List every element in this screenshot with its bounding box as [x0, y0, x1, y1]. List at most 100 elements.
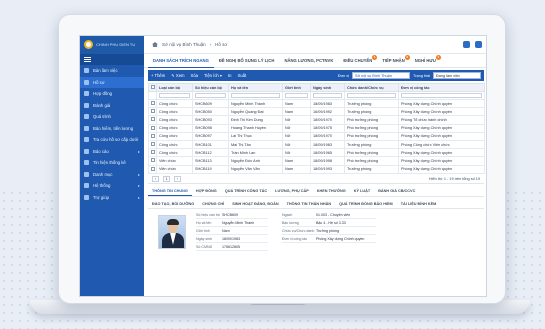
- row-checkbox[interactable]: [151, 101, 155, 106]
- table-row[interactable]: Viên chức SHCB119 Nguyễn Văn Văn Nam 18/09/1…: [148, 164, 485, 174]
- detail-tab[interactable]: HỢP ĐỒNG: [192, 187, 221, 196]
- status-select[interactable]: Đang làm việc: [433, 72, 481, 79]
- row-checkbox[interactable]: [151, 125, 155, 130]
- tab[interactable]: NGHỈ HƯU 1: [410, 54, 441, 68]
- row-checkbox-cell[interactable]: [148, 107, 157, 117]
- column-filter-input[interactable]: [156, 91, 193, 100]
- table-cell: 18/09/1983: [310, 98, 345, 109]
- row-checkbox-cell[interactable]: [148, 148, 157, 158]
- table-row[interactable]: Công chức SHCB097 Lại Thị Thục Nữ 18/09/1970…: [148, 131, 485, 141]
- sidebar-item[interactable]: Hợp đồng: [80, 88, 144, 100]
- column-header[interactable]: Số hiệu cán bộ: [192, 83, 229, 92]
- logo[interactable]: CHINH PHU DIEN TU: [80, 36, 144, 54]
- tab[interactable]: ĐIỀU CHUYỂN 1: [338, 54, 378, 68]
- detail-tab[interactable]: ĐÀO TẠO, BỒI DƯỠNG: [148, 200, 198, 208]
- tab[interactable]: ĐỀ NGHỊ BỔ SUNG LÝ LỊCH: [214, 54, 280, 68]
- detail-tab[interactable]: SINH HOẠT ĐẢNG, ĐOÀN: [228, 200, 282, 208]
- page-number[interactable]: 1: [163, 175, 170, 182]
- export-button[interactable]: Xuất: [238, 73, 247, 78]
- row-checkbox-cell[interactable]: [148, 123, 157, 133]
- add-button[interactable]: + Thêm: [151, 73, 165, 78]
- sidebar-item[interactable]: Hệ thống ▸: [80, 180, 144, 192]
- laptop-frame: CHINH PHU DIEN TU Sở nội vụ Bình Thuận ›…: [58, 14, 506, 304]
- row-checkbox[interactable]: [151, 142, 155, 147]
- detail-tab[interactable]: KHEN THƯỞNG: [313, 187, 350, 196]
- row-checkbox[interactable]: [151, 166, 155, 171]
- detail-tab[interactable]: KỶ LUẬT: [350, 187, 374, 196]
- column-filter-input[interactable]: [398, 91, 485, 100]
- sidebar-item[interactable]: Đánh giá: [80, 100, 144, 112]
- column-header[interactable]: Loại cán bộ: [156, 83, 193, 92]
- column-header[interactable]: [148, 83, 157, 92]
- detail-tab[interactable]: THÔNG TIN CHUNG: [148, 187, 192, 196]
- column-filter-input[interactable]: [344, 91, 399, 100]
- breadcrumb-item[interactable]: Sở nội vụ Bình Thuận: [162, 42, 206, 47]
- menu-toggle-button[interactable]: [80, 54, 144, 65]
- sidebar-item[interactable]: Báo cáo ▸: [80, 146, 144, 158]
- table-row[interactable]: Công chức SHCB098 Hoàng Thanh Huyền Nữ 18/09…: [148, 123, 485, 133]
- row-checkbox-cell[interactable]: [148, 115, 157, 125]
- sidebar-item[interactable]: Danh mục ▸: [80, 169, 144, 181]
- row-checkbox-cell[interactable]: [148, 164, 157, 174]
- sidebar-item[interactable]: Trợ giúp ▸: [80, 192, 144, 204]
- column-header[interactable]: Giới tính: [282, 83, 311, 92]
- column-filter-input[interactable]: [310, 91, 345, 100]
- column-header[interactable]: Họ và tên: [228, 83, 283, 92]
- detail-tab[interactable]: CHỨNG CHỈ: [198, 200, 228, 208]
- tab[interactable]: TIẾP NHẬN 2: [377, 54, 410, 68]
- table-row[interactable]: Công chức SHCB050 Nguyễn Quang Đạt Nam 16/09…: [148, 107, 485, 117]
- detail-tab[interactable]: ĐÁNH GIÁ CB/CCVC: [374, 187, 419, 196]
- sidebar-item[interactable]: Tin hiện thống kê: [80, 157, 144, 169]
- user-icon[interactable]: [475, 41, 482, 48]
- row-checkbox[interactable]: [151, 109, 155, 114]
- tab-badge: 1: [435, 54, 441, 60]
- table-row[interactable]: Viên chức SHCB113 Nguyễn Đức Anh Nam 18/09/1…: [148, 156, 485, 166]
- tab[interactable]: NÂNG LƯƠNG, PCTNVK: [279, 54, 338, 68]
- sidebar-item[interactable]: Bảo hiểm, tiền lương: [80, 123, 144, 135]
- detail-tab[interactable]: TÀI LIỆU ĐÍNH KÈM: [397, 200, 441, 208]
- column-filter-input[interactable]: [192, 91, 229, 100]
- table-cell: Nguyễn Đức Anh: [228, 156, 283, 166]
- select-all-checkbox[interactable]: [151, 85, 155, 89]
- table-row[interactable]: Công chức SHCB609 Nguyễn Minh Thành Nam 18/0…: [148, 98, 485, 109]
- row-checkbox[interactable]: [151, 158, 155, 163]
- column-header[interactable]: Ngày sinh: [310, 83, 345, 92]
- tab[interactable]: DANH SÁCH TRÍCH NGANG: [148, 54, 214, 68]
- table-row[interactable]: Công chức SHCB101 Mai Thị Tân Nữ 18/09/1983 T…: [148, 139, 485, 150]
- table-cell: Nam: [282, 156, 311, 166]
- prev-page-icon[interactable]: ‹: [152, 175, 159, 182]
- view-button[interactable]: ✎ Xem: [171, 73, 184, 78]
- row-checkbox[interactable]: [151, 150, 155, 155]
- detail-tab[interactable]: LƯƠNG, PHỤ CẤP: [271, 187, 313, 196]
- sidebar-item[interactable]: Quá trình: [80, 111, 144, 123]
- row-checkbox-cell[interactable]: [148, 98, 157, 109]
- table-row[interactable]: Công chức SHCB093 Đinh Thị Kim Dung Nữ 18/09…: [148, 115, 485, 125]
- sidebar-item-label: Bàn làm việc: [93, 68, 118, 74]
- row-checkbox[interactable]: [151, 133, 155, 138]
- home-icon[interactable]: [152, 42, 158, 47]
- utilities-button[interactable]: Tiện ích ▾: [204, 73, 222, 78]
- delete-button[interactable]: Xóa: [191, 73, 198, 78]
- next-page-icon[interactable]: ›: [174, 175, 181, 182]
- table-cell: 18/09/1983: [310, 139, 345, 150]
- row-checkbox-cell[interactable]: [148, 139, 157, 150]
- sidebar-item[interactable]: Hồ sơ: [80, 76, 144, 88]
- row-checkbox-cell[interactable]: [148, 131, 157, 141]
- detail-tab[interactable]: THÔNG TIN THÂN NHÂN: [283, 200, 336, 208]
- detail-tab[interactable]: QUÁ TRÌNH CÔNG TÁC: [221, 187, 271, 196]
- table-row[interactable]: Công chức SHCB112 Trần Minh Lan Nữ 18/09/196…: [148, 148, 485, 158]
- unit-select[interactable]: Sở nội vụ Bình Thuận: [352, 72, 411, 79]
- sidebar-item[interactable]: Tra cứu hồ sơ cấp dưới: [80, 134, 144, 146]
- column-header[interactable]: Đơn vị công tác: [398, 83, 485, 92]
- column-filter-input[interactable]: [282, 91, 311, 100]
- table-cell: Lại Thị Thục: [228, 131, 283, 141]
- row-checkbox[interactable]: [151, 117, 155, 122]
- print-button[interactable]: In: [228, 73, 232, 78]
- column-filter-input[interactable]: [228, 91, 283, 100]
- chat-icon[interactable]: [463, 41, 470, 48]
- table-cell: Phó trưởng phòng: [344, 131, 399, 141]
- row-checkbox-cell[interactable]: [148, 156, 157, 166]
- column-header[interactable]: Chức danh/Chức vụ: [344, 83, 399, 92]
- detail-tab[interactable]: QUÁ TRÌNH ĐÓNG BẢO HIỂM: [335, 200, 397, 208]
- sidebar-item[interactable]: Bàn làm việc: [80, 65, 144, 77]
